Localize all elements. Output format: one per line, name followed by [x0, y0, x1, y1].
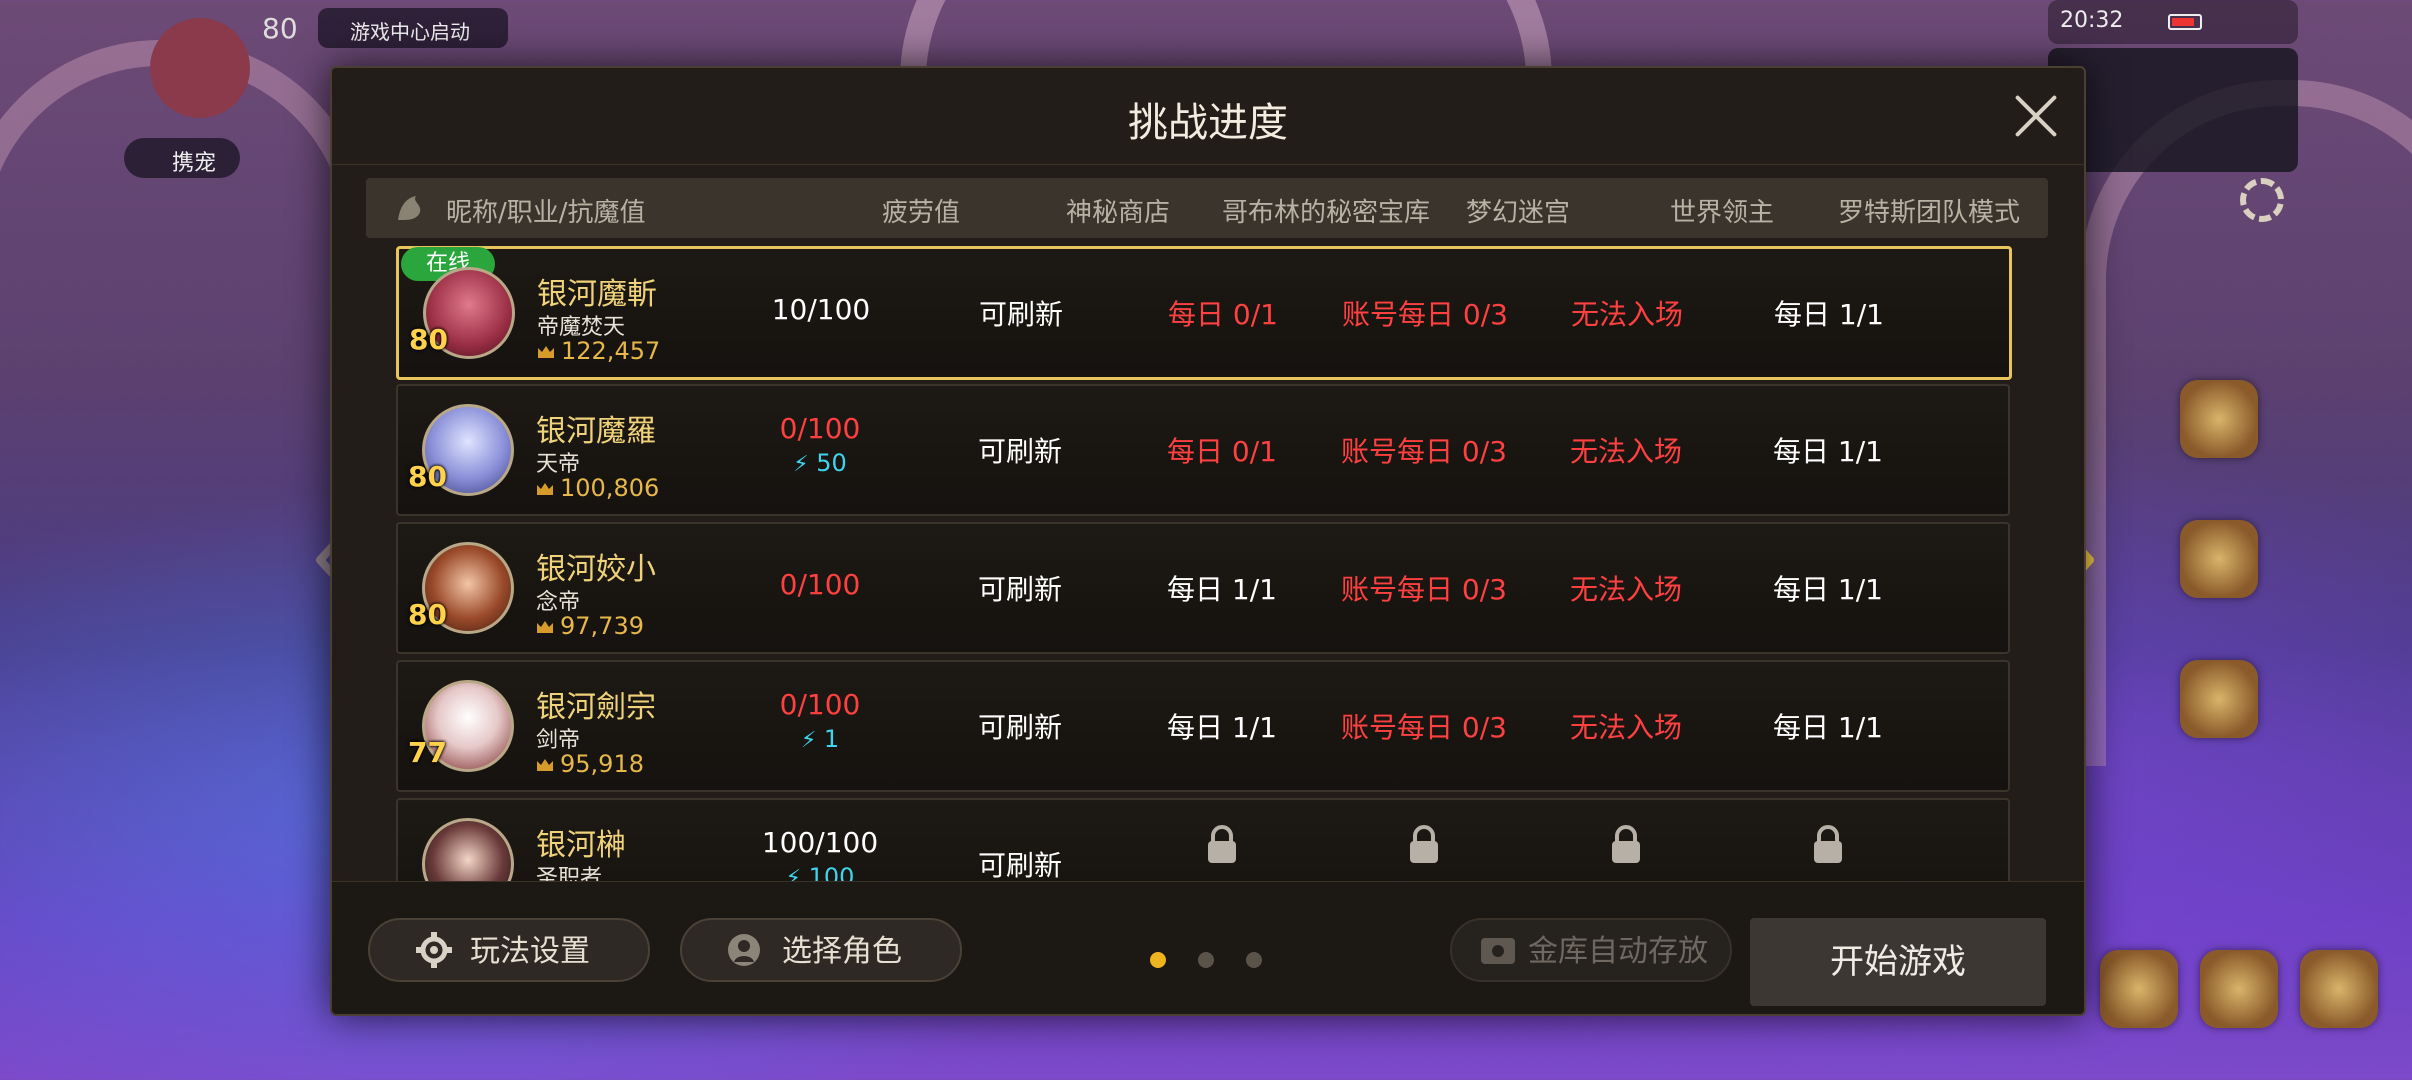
character-row[interactable]: 在线 80 银河魔斬 帝魔焚天 122,457 10/100 可刷新 每日 0/… — [396, 246, 2012, 380]
fatigue-cell: 0/100 ⚡ 1 — [779, 688, 861, 753]
gameplay-settings-button[interactable]: 玩法设置 — [368, 918, 650, 982]
lord-cell: 无法入场 — [1570, 298, 1683, 331]
game-center-label: 游戏中心启动 — [350, 20, 470, 44]
vault-auto-store-label: 金库自动存放 — [1528, 934, 1708, 969]
select-character-label: 选择角色 — [782, 934, 902, 969]
goblin-cell: 每日 0/1 — [1167, 435, 1277, 468]
character-name: 银河魔羅 — [536, 414, 656, 449]
col-header-lord: 世界领主 — [1670, 198, 1775, 228]
lock-icon — [1208, 825, 1236, 863]
maze-cell: 账号每日 0/3 — [1341, 435, 1507, 468]
settings-gear-icon[interactable] — [2240, 178, 2284, 222]
character-power: 95,918 — [536, 750, 644, 778]
character-list[interactable]: 在线 80 银河魔斬 帝魔焚天 122,457 10/100 可刷新 每日 0/… — [396, 246, 2020, 952]
page-dot-2[interactable] — [1198, 952, 1214, 968]
shop-cell: 可刷新 — [977, 573, 1062, 606]
bottom-menu-icon-1[interactable] — [2100, 950, 2178, 1028]
shop-cell: 可刷新 — [977, 711, 1062, 744]
maze-cell: 账号每日 0/3 — [1341, 711, 1507, 744]
fatigue-cell: 0/100 ⚡ 50 — [779, 412, 861, 477]
battery-icon — [2168, 14, 2202, 30]
crown-icon — [537, 621, 553, 633]
character-name: 银河榊 — [536, 828, 626, 863]
shop-cell: 可刷新 — [977, 849, 1062, 882]
col-header-lotus: 罗特斯团队模式 — [1838, 198, 2021, 228]
character-row[interactable]: 80 银河姣小 念帝 97,739 0/100 可刷新 每日 1/1 账号每日 … — [396, 522, 2010, 654]
game-center-button[interactable]: 游戏中心启动 — [318, 8, 508, 48]
bolt-icon: ⚡ — [800, 728, 817, 753]
gear-icon — [416, 932, 452, 968]
character-row[interactable]: 80 银河魔羅 天帝 100,806 0/100 ⚡ 50 可刷新 每日 0/1 … — [396, 384, 2010, 516]
lotus-cell: 每日 1/1 — [1773, 435, 1883, 468]
character-level: 80 — [408, 460, 447, 493]
goblin-cell: 每日 0/1 — [1168, 298, 1278, 331]
fatigue-cell: 10/100 — [771, 293, 871, 326]
character-name: 银河姣小 — [536, 552, 656, 587]
maze-cell: 账号每日 0/3 — [1342, 298, 1508, 331]
maze-cell: 账号每日 0/3 — [1341, 573, 1507, 606]
lord-cell: 无法入场 — [1569, 435, 1682, 468]
col-header-shop: 神秘商店 — [1066, 198, 1171, 228]
challenge-progress-dialog: 挑战进度 昵称/职业/抗魔值 疲劳值 神秘商店 哥布林的秘密宝库 梦幻迷宫 世界… — [330, 66, 2086, 1016]
gameplay-settings-label: 玩法设置 — [470, 934, 590, 969]
col-header-maze: 梦幻迷宫 — [1466, 198, 1571, 228]
lock-icon — [1814, 825, 1842, 863]
shop-cell: 可刷新 — [978, 298, 1063, 331]
player-avatar-frame[interactable] — [150, 18, 250, 118]
character-name: 银河魔斬 — [537, 277, 657, 312]
character-row[interactable]: 77 银河劍宗 剑帝 95,918 0/100 ⚡ 1 可刷新 每日 1/1 账号… — [396, 660, 2010, 792]
crown-icon — [537, 483, 553, 495]
col-header-goblin: 哥布林的秘密宝库 — [1222, 198, 1431, 228]
lock-icon — [1410, 825, 1438, 863]
bottom-menu-icon-2[interactable] — [2200, 950, 2278, 1028]
select-character-button[interactable]: 选择角色 — [680, 918, 962, 982]
character-silhouette-icon — [398, 196, 421, 220]
crown-icon — [538, 346, 554, 358]
col-header-fatigue: 疲劳值 — [882, 198, 961, 228]
lord-cell: 无法入场 — [1569, 711, 1682, 744]
status-bar: 20:32 — [2048, 0, 2298, 44]
bolt-icon: ⚡ — [793, 452, 809, 477]
goblin-cell: 每日 1/1 — [1167, 711, 1277, 744]
side-menu-icon-1[interactable] — [2180, 380, 2258, 458]
pet-button-label: 携宠 — [172, 151, 217, 176]
pet-button[interactable]: 携宠 — [124, 138, 240, 178]
shop-cell: 可刷新 — [977, 435, 1062, 468]
dialog-header: 挑战进度 — [332, 68, 2084, 165]
fatigue-cell: 0/100 — [779, 568, 861, 601]
character-power: 100,806 — [536, 474, 659, 502]
clock-text: 20:32 — [2060, 8, 2124, 33]
dialog-footer: 玩法设置 选择角色 金库自动存放 开始游戏 — [332, 881, 2084, 1014]
lotus-cell: 每日 1/1 — [1774, 298, 1884, 331]
lotus-cell: 每日 1/1 — [1773, 711, 1883, 744]
crown-icon — [537, 759, 553, 771]
character-level: 80 — [409, 323, 448, 356]
side-menu-icon-2[interactable] — [2180, 520, 2258, 598]
bottom-menu-icon-3[interactable] — [2300, 950, 2378, 1028]
vault-auto-store-button[interactable]: 金库自动存放 — [1450, 918, 1732, 982]
character-power: 122,457 — [537, 337, 660, 365]
character-select-icon — [728, 934, 760, 966]
character-level: 80 — [408, 598, 447, 631]
lord-cell: 无法入场 — [1569, 573, 1682, 606]
page-dot-3[interactable] — [1246, 952, 1262, 968]
lock-icon — [1612, 825, 1640, 863]
table-header: 昵称/职业/抗魔值 疲劳值 神秘商店 哥布林的秘密宝库 梦幻迷宫 世界领主 罗特… — [366, 178, 2048, 238]
dialog-title: 挑战进度 — [1128, 100, 1288, 146]
character-power: 97,739 — [536, 612, 644, 640]
lotus-cell: 每日 1/1 — [1773, 573, 1883, 606]
close-icon[interactable] — [2014, 94, 2058, 138]
character-name: 银河劍宗 — [536, 690, 656, 725]
player-level-badge: 80 — [262, 12, 298, 45]
col-header-character: 昵称/职业/抗魔值 — [446, 198, 646, 228]
side-menu-icon-3[interactable] — [2180, 660, 2258, 738]
start-game-button[interactable]: 开始游戏 — [1750, 918, 2046, 1006]
page-dot-1[interactable] — [1150, 952, 1166, 968]
vault-icon — [1481, 938, 1515, 964]
goblin-cell: 每日 1/1 — [1167, 573, 1277, 606]
character-level: 77 — [408, 736, 447, 769]
